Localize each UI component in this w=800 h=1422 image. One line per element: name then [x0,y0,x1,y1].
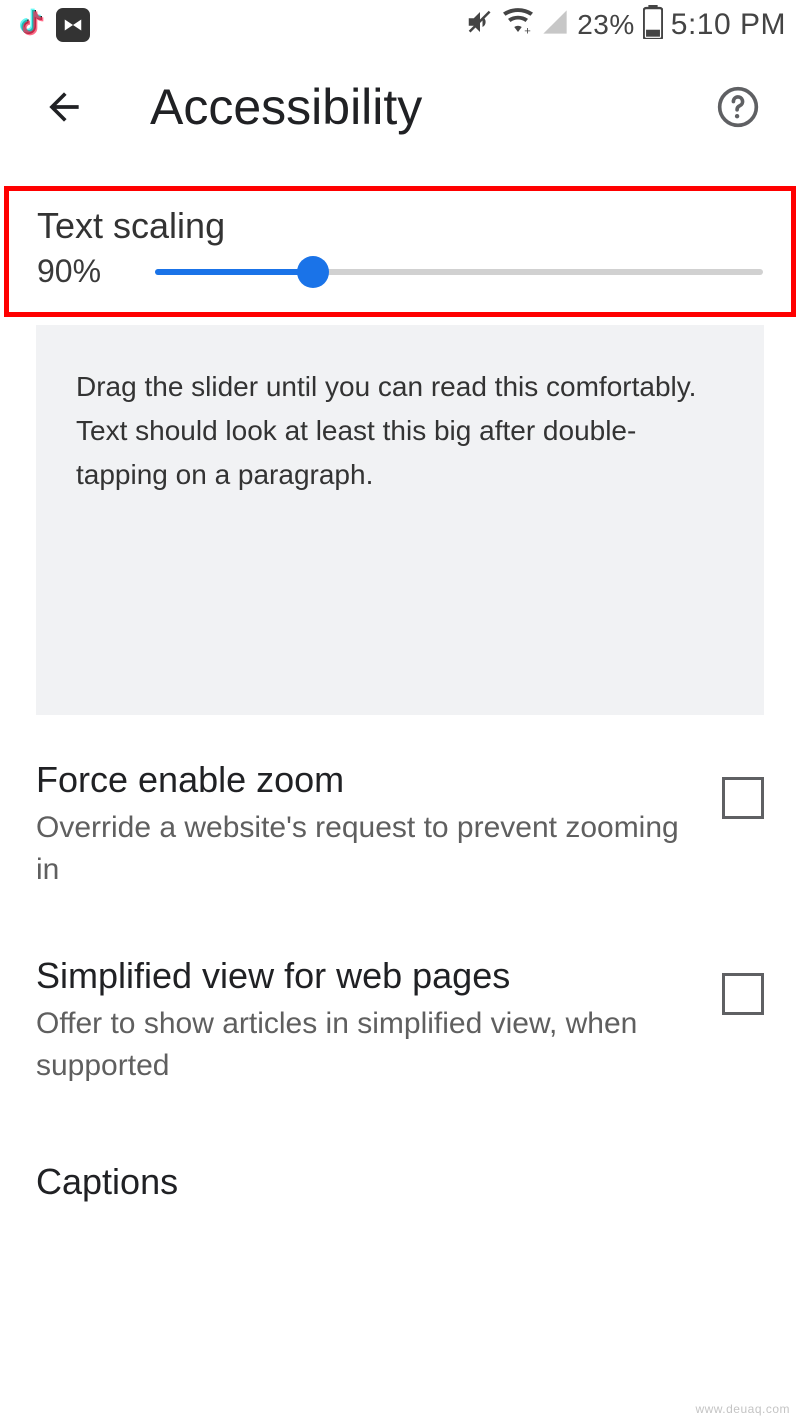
text-scaling-row: 90% [37,253,763,290]
force-zoom-title: Force enable zoom [36,759,702,801]
force-zoom-checkbox[interactable] [722,777,764,819]
text-scaling-highlight: Text scaling 90% [4,186,796,317]
wifi-icon: + [503,7,533,44]
battery-percent: 23% [577,9,635,41]
simplified-view-checkbox[interactable] [722,973,764,1015]
app-bar: Accessibility [0,50,800,160]
simplified-view-item[interactable]: Simplified view for web pages Offer to s… [0,911,800,1107]
status-left [14,6,90,45]
text-scaling-preview: Drag the slider until you can read this … [36,325,764,715]
text-scaling-label: Text scaling [37,205,763,247]
signal-icon [541,8,569,43]
help-icon [716,85,760,129]
force-zoom-desc: Override a website's request to prevent … [36,807,702,891]
captions-item[interactable]: Captions [0,1107,800,1223]
captions-title: Captions [36,1161,764,1203]
preview-text: Drag the slider until you can read this … [76,365,724,497]
status-bar: + 23% 5:10 PM [0,0,800,50]
help-button[interactable] [712,81,764,133]
page-title: Accessibility [150,78,422,136]
battery-icon [643,5,663,46]
status-right: + 23% 5:10 PM [465,5,786,46]
capcut-icon [56,8,90,42]
back-button[interactable] [36,79,92,135]
slider-thumb[interactable] [297,256,329,288]
text-scaling-value: 90% [37,253,129,290]
text-scaling-slider[interactable] [155,254,763,290]
force-zoom-item[interactable]: Force enable zoom Override a website's r… [0,715,800,911]
simplified-view-title: Simplified view for web pages [36,955,702,997]
slider-fill [155,269,313,275]
simplified-view-desc: Offer to show articles in simplified vie… [36,1003,702,1087]
tiktok-icon [14,6,46,45]
watermark: www.deuaq.com [695,1402,790,1416]
clock-text: 5:10 PM [671,8,786,42]
arrow-left-icon [42,85,86,129]
svg-text:+: + [524,25,531,37]
mute-icon [465,7,495,44]
